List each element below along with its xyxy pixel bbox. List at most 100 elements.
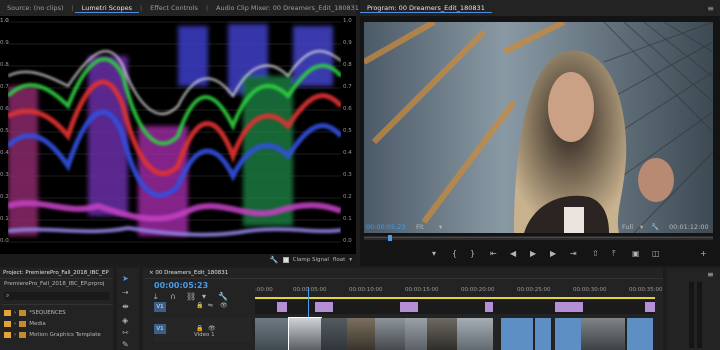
- program-timecode[interactable]: 00:00:05:23: [366, 223, 406, 231]
- marker[interactable]: [485, 302, 493, 312]
- chevron-right-icon[interactable]: ›: [14, 332, 16, 338]
- tab-lumetri-scopes[interactable]: Lumetri Scopes: [74, 4, 139, 13]
- y-tick: 1.0: [0, 18, 9, 24]
- clip-thumbnail[interactable]: [427, 318, 457, 350]
- bin-folder-icon: [4, 321, 11, 327]
- chevron-right-icon[interactable]: ›: [14, 310, 16, 316]
- razor-tool-icon[interactable]: ◈: [122, 316, 128, 326]
- project-panel-title[interactable]: Project: PremierePro_Fall_2018_IBC_EP: [0, 268, 113, 279]
- step-back-icon[interactable]: ◀: [510, 249, 516, 259]
- clip-thumbnail[interactable]: [375, 318, 405, 350]
- mark-in-icon[interactable]: {: [452, 249, 457, 259]
- panel-menu-icon[interactable]: ≡: [707, 270, 714, 280]
- ruler-label: 00:00:35:00: [629, 287, 663, 293]
- mark-out-icon[interactable]: }: [470, 249, 475, 259]
- step-forward-icon[interactable]: ▶: [550, 249, 556, 259]
- marker[interactable]: [315, 302, 333, 312]
- eye-icon[interactable]: 👁: [208, 325, 216, 332]
- list-item[interactable]: › Motion Graphics Template: [4, 330, 113, 340]
- clip-video[interactable]: [555, 318, 581, 350]
- selection-tool-icon[interactable]: ➤: [122, 274, 129, 284]
- go-to-in-icon[interactable]: ⇤: [490, 249, 497, 259]
- ruler-label: :00:00: [255, 287, 273, 293]
- clip-thumbnail[interactable]: [347, 318, 375, 350]
- clip-video[interactable]: [535, 318, 551, 350]
- source-patch-v1[interactable]: V1: [154, 302, 166, 312]
- clip-thumbnail[interactable]: [255, 318, 289, 350]
- project-search-input[interactable]: ⌕: [4, 292, 109, 300]
- wrench-icon[interactable]: 🔧: [218, 292, 228, 302]
- program-scrub-bar[interactable]: [364, 235, 713, 241]
- nest-icon[interactable]: ⤓: [154, 292, 158, 302]
- chevron-down-icon[interactable]: ▾: [439, 223, 442, 231]
- y-tick: 0.6: [343, 106, 352, 112]
- tab-audio-clip-mixer[interactable]: Audio Clip Mixer: 00 Dreamers_Edit_18083…: [209, 4, 366, 12]
- wrench-icon[interactable]: 🔧: [270, 256, 279, 264]
- y-tick: 0.0: [343, 238, 352, 244]
- clip-thumbnail[interactable]: [581, 318, 625, 350]
- bin-label: *SEQUENCES: [29, 310, 66, 316]
- folder-icon: [19, 332, 27, 338]
- wrench-icon[interactable]: 🔧: [651, 223, 659, 231]
- playhead-marker[interactable]: [388, 235, 392, 241]
- marker[interactable]: [555, 302, 583, 312]
- slip-tool-icon[interactable]: ⇿: [122, 328, 129, 338]
- lift-icon[interactable]: ⇧: [592, 249, 599, 259]
- chevron-down-icon[interactable]: ▾: [640, 223, 643, 231]
- tab-program-monitor[interactable]: Program: 00 Dreamers_Edit_180831: [360, 4, 492, 13]
- time-ruler[interactable]: :00:00 00:00:05:00 00:00:10:00 00:00:15:…: [255, 287, 663, 299]
- comparison-view-icon[interactable]: ◫: [652, 249, 660, 259]
- audio-meters-panel: ≡: [667, 268, 720, 350]
- close-icon[interactable]: ×: [149, 270, 154, 276]
- timeline-timecode[interactable]: 00:00:05:23: [154, 281, 208, 290]
- clamp-signal-checkbox[interactable]: [282, 257, 289, 263]
- lock-icon[interactable]: 🔒: [196, 302, 203, 309]
- bin-label: Motion Graphics Template: [29, 332, 101, 338]
- playback-resolution-select[interactable]: Full: [622, 223, 633, 231]
- list-item[interactable]: › *SEQUENCES: [4, 308, 113, 318]
- list-item[interactable]: › Media: [4, 319, 113, 329]
- linked-selection-icon[interactable]: ⛓: [186, 292, 196, 302]
- search-icon: ⌕: [6, 292, 10, 299]
- tab-effect-controls[interactable]: Effect Controls: [143, 4, 205, 12]
- clip-thumbnail[interactable]: [457, 318, 493, 350]
- add-button-icon[interactable]: +: [700, 249, 707, 259]
- marker[interactable]: [277, 302, 287, 312]
- track-select-tool-icon[interactable]: ⇢: [122, 288, 129, 298]
- marker[interactable]: [645, 302, 655, 312]
- track-target-v1[interactable]: V1: [154, 324, 166, 334]
- export-frame-icon[interactable]: ▣: [632, 249, 640, 259]
- ruler-label: 00:00:25:00: [517, 287, 551, 293]
- marker[interactable]: [400, 302, 418, 312]
- clip-thumbnail[interactable]: [321, 318, 347, 350]
- source-panel-tabs: Source: (no clips) | Lumetri Scopes | Ef…: [0, 0, 359, 16]
- bin-label: Media: [29, 321, 46, 327]
- extract-icon[interactable]: ⤒: [612, 249, 616, 259]
- bit-depth-select[interactable]: float: [333, 257, 345, 263]
- snap-icon[interactable]: ∩: [170, 292, 176, 302]
- lock-icon[interactable]: 🔒: [196, 325, 203, 332]
- eye-icon[interactable]: 👁: [220, 302, 228, 309]
- chevron-down-icon[interactable]: ▾: [349, 257, 352, 263]
- clip-thumbnail-selected[interactable]: [288, 317, 322, 350]
- ripple-edit-tool-icon[interactable]: ⇼: [122, 302, 129, 312]
- zoom-select[interactable]: Fit: [416, 223, 424, 231]
- y-tick: 1.0: [343, 18, 352, 24]
- add-marker-icon[interactable]: ▾: [202, 292, 206, 302]
- add-marker-icon[interactable]: ▾: [432, 249, 436, 259]
- clip-video[interactable]: [501, 318, 533, 350]
- go-to-out-icon[interactable]: ⇥: [570, 249, 577, 259]
- play-icon[interactable]: ▶: [530, 249, 536, 259]
- chevron-right-icon[interactable]: ›: [14, 321, 16, 327]
- clip-video[interactable]: [627, 318, 653, 350]
- clip-thumbnail[interactable]: [405, 318, 427, 350]
- tab-source[interactable]: Source: (no clips): [0, 4, 71, 12]
- work-area-bar[interactable]: [255, 297, 655, 299]
- tab-sequence[interactable]: 00 Dreamers_Edit_180831: [155, 270, 228, 276]
- sync-icon[interactable]: ⇋: [208, 302, 213, 309]
- y-tick: 0.1: [0, 216, 9, 222]
- panel-menu-icon[interactable]: ≡: [707, 4, 714, 13]
- y-tick: 0.0: [0, 238, 9, 244]
- project-file-name: PremierePro_Fall_2018_IBC_EP.prproj: [4, 281, 105, 287]
- pen-tool-icon[interactable]: ✎: [122, 340, 129, 350]
